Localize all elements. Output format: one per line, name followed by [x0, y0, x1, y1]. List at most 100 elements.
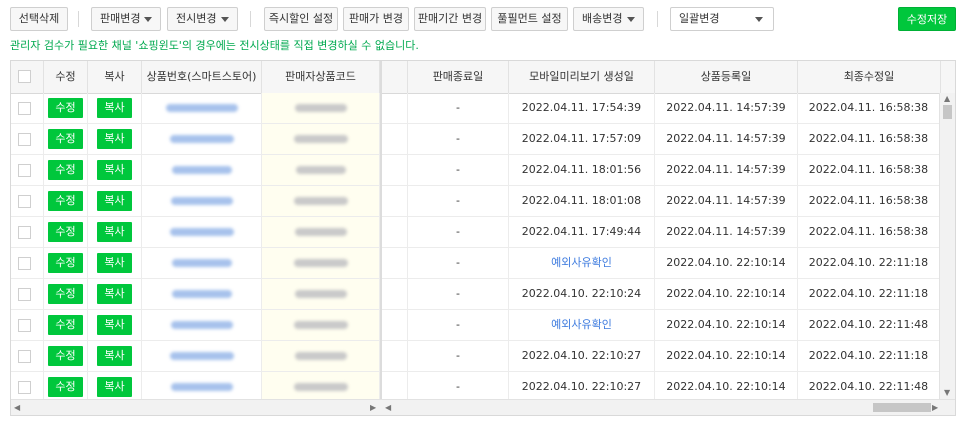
product-no-cell[interactable]	[142, 341, 262, 371]
header-product-no[interactable]: 상품번호(스마트스토어)	[142, 61, 262, 93]
product-no-cell[interactable]	[142, 279, 262, 309]
row-select-cell	[11, 217, 44, 247]
edit-cell: 수정	[44, 124, 88, 154]
product-no-cell[interactable]	[142, 155, 262, 185]
modified-cell: 2022.04.11. 16:58:38	[798, 155, 940, 185]
display-change-dropdown[interactable]: 전시변경	[167, 7, 238, 31]
row-copy-button[interactable]: 복사	[97, 346, 132, 366]
product-no-cell[interactable]	[142, 217, 262, 247]
product-no-cell[interactable]	[142, 93, 262, 123]
product-no-cell[interactable]	[142, 124, 262, 154]
row-checkbox[interactable]	[18, 350, 31, 363]
vertical-scrollbar[interactable]: ▲ ▼	[939, 93, 955, 399]
fulfillment-setting-button[interactable]: 풀필먼트 설정	[491, 7, 568, 31]
product-no-cell[interactable]	[142, 310, 262, 340]
header-seller-code[interactable]: 판매자상품코드	[262, 61, 380, 93]
spacer-cell	[382, 186, 408, 216]
edit-cell: 수정	[44, 186, 88, 216]
row-edit-button[interactable]: 수정	[48, 222, 83, 242]
bulk-change-select[interactable]: 일괄변경	[670, 7, 774, 31]
scroll-down-icon[interactable]: ▼	[944, 389, 950, 397]
save-changes-button[interactable]: 수정저장	[898, 7, 956, 31]
registered-cell: 2022.04.10. 22:10:14	[655, 279, 798, 309]
row-edit-button[interactable]: 수정	[48, 129, 83, 149]
row-copy-button[interactable]: 복사	[97, 222, 132, 242]
redacted-product-no[interactable]	[169, 352, 234, 360]
redacted-product-no[interactable]	[171, 166, 232, 174]
row-copy-button[interactable]: 복사	[97, 377, 132, 397]
horizontal-scrollbar[interactable]: ◀ ▶ ◀ ▶	[11, 399, 955, 415]
row-checkbox[interactable]	[18, 102, 31, 115]
row-copy-button[interactable]: 복사	[97, 191, 132, 211]
redacted-product-no[interactable]	[170, 383, 233, 391]
row-copy-button[interactable]: 복사	[97, 160, 132, 180]
header-sales-end[interactable]: 판매종료일	[408, 61, 509, 93]
redacted-seller-code	[293, 135, 348, 143]
scroll-left-icon[interactable]: ◀	[385, 404, 391, 412]
row-checkbox[interactable]	[18, 195, 31, 208]
row-copy-button[interactable]: 복사	[97, 253, 132, 273]
product-grid: 수정 복사 상품번호(스마트스토어) 판매자상품코드 판매종료일 모바일미리보기…	[10, 60, 956, 416]
row-edit-button[interactable]: 수정	[48, 191, 83, 211]
row-edit-button[interactable]: 수정	[48, 377, 83, 397]
row-checkbox[interactable]	[18, 319, 31, 332]
price-change-button[interactable]: 판매가 변경	[343, 7, 409, 31]
exception-reason-link[interactable]: 예외사유확인	[509, 310, 655, 340]
redacted-product-no[interactable]	[169, 228, 234, 236]
exception-reason-link[interactable]: 예외사유확인	[509, 248, 655, 278]
notice-text: 관리자 검수가 필요한 채널 '쇼핑윈도'의 경우에는 전시상태를 직접 변경하…	[10, 39, 419, 52]
redacted-seller-code	[293, 383, 348, 391]
row-edit-button[interactable]: 수정	[48, 315, 83, 335]
row-edit-button[interactable]: 수정	[48, 253, 83, 273]
row-copy-button[interactable]: 복사	[97, 284, 132, 304]
registered-cell: 2022.04.10. 22:10:14	[655, 372, 798, 402]
horizontal-scroll-thumb[interactable]	[873, 403, 931, 412]
shipping-change-dropdown[interactable]: 배송변경	[573, 7, 644, 31]
spacer-cell	[382, 372, 408, 402]
row-checkbox[interactable]	[18, 133, 31, 146]
row-edit-button[interactable]: 수정	[48, 160, 83, 180]
product-no-cell[interactable]	[142, 186, 262, 216]
header-select-all[interactable]	[11, 61, 44, 93]
sales-period-change-button[interactable]: 판매기간 변경	[414, 7, 486, 31]
row-edit-button[interactable]: 수정	[48, 98, 83, 118]
edit-cell: 수정	[44, 279, 88, 309]
row-copy-button[interactable]: 복사	[97, 315, 132, 335]
product-no-cell[interactable]	[142, 372, 262, 402]
row-checkbox[interactable]	[18, 226, 31, 239]
table-row: 수정 복사 -2022.04.11. 18:01:56 2022.04.11. 14:…	[11, 155, 940, 186]
header-registered[interactable]: 상품등록일	[655, 61, 798, 93]
row-edit-button[interactable]: 수정	[48, 284, 83, 304]
scroll-right-icon[interactable]: ▶	[370, 404, 376, 412]
redacted-product-no[interactable]	[171, 259, 232, 267]
delete-selected-button[interactable]: 선택삭제	[10, 7, 68, 31]
scroll-up-icon[interactable]: ▲	[944, 95, 950, 103]
redacted-product-no[interactable]	[165, 104, 238, 112]
copy-cell: 복사	[88, 155, 142, 185]
row-edit-button[interactable]: 수정	[48, 346, 83, 366]
seller-code-cell	[262, 372, 380, 402]
spacer-cell	[382, 279, 408, 309]
row-copy-button[interactable]: 복사	[97, 98, 132, 118]
header-modified[interactable]: 최종수정일	[798, 61, 941, 93]
row-checkbox[interactable]	[18, 288, 31, 301]
header-mobile-preview[interactable]: 모바일미리보기 생성일	[509, 61, 655, 93]
scroll-left-icon[interactable]: ◀	[14, 404, 20, 412]
header-edit: 수정	[44, 61, 88, 93]
row-copy-button[interactable]: 복사	[97, 129, 132, 149]
select-all-checkbox[interactable]	[18, 70, 31, 83]
spacer-cell	[382, 341, 408, 371]
row-checkbox[interactable]	[18, 381, 31, 394]
instant-discount-button[interactable]: 즉시할인 설정	[264, 7, 338, 31]
redacted-product-no[interactable]	[170, 197, 233, 205]
sales-change-dropdown[interactable]: 판매변경	[91, 7, 161, 31]
product-no-cell[interactable]	[142, 248, 262, 278]
scroll-right-icon[interactable]: ▶	[932, 404, 938, 412]
copy-cell: 복사	[88, 248, 142, 278]
redacted-product-no[interactable]	[170, 321, 233, 329]
redacted-product-no[interactable]	[171, 290, 232, 298]
row-checkbox[interactable]	[18, 164, 31, 177]
redacted-product-no[interactable]	[169, 135, 234, 143]
row-checkbox[interactable]	[18, 257, 31, 270]
vertical-scroll-thumb[interactable]	[943, 105, 952, 119]
